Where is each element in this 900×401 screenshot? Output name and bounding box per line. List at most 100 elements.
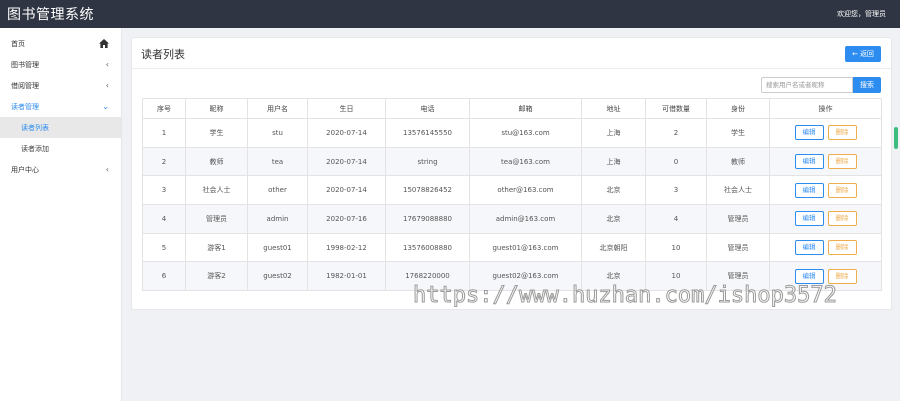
sidebar-subitem-reader-add[interactable]: 读者添加 (0, 138, 121, 159)
sidebar-item-label: 首页 (11, 39, 25, 48)
table-cell: 2020-07-14 (307, 175, 386, 206)
table-cell: 教师 (706, 146, 770, 177)
table-header-row: 序号 昵称 用户名 生日 电话 邮箱 地址 可借数量 身份 操作 (142, 98, 882, 119)
search-input[interactable] (761, 77, 853, 93)
sidebar-item-label: 借阅管理 (11, 81, 39, 90)
table-cell: 管理员 (185, 204, 248, 234)
sidebar-item-borrow[interactable]: 借阅管理 ‹ (0, 75, 121, 96)
table-row: 3 社会人士 other 2020-07-14 15078826452 other@163… (142, 175, 882, 206)
delete-button[interactable]: 删除 (827, 154, 857, 170)
column-header: 身份 (706, 98, 770, 119)
sidebar-item-home[interactable]: 首页 (0, 33, 121, 54)
top-bar: 图书管理系统 欢迎您，管理员 (0, 0, 900, 28)
table-cell: 6 (142, 261, 186, 292)
table-cell: 1998-02-12 (307, 232, 386, 263)
table-cell: 4 (142, 204, 186, 234)
edit-button[interactable]: 编辑 (794, 211, 824, 227)
column-header: 可借数量 (645, 98, 707, 119)
delete-button[interactable]: 删除 (827, 182, 857, 198)
row-actions: 编辑 删除 (769, 118, 882, 148)
column-header: 用户名 (247, 98, 308, 119)
table-cell: 北京 (581, 175, 646, 206)
table-cell: 2020-07-14 (307, 118, 386, 148)
table-cell: 13576145550 (385, 118, 470, 148)
table-cell: 10 (645, 232, 707, 263)
table-cell: 教师 (185, 146, 248, 177)
table-cell: guest01@163.com (469, 232, 582, 263)
table-cell: 17679088880 (385, 204, 470, 234)
table-cell: 2 (645, 118, 707, 148)
column-header: 电话 (385, 98, 470, 119)
edit-button[interactable]: 编辑 (794, 240, 824, 256)
table-cell: 15078826452 (385, 175, 470, 206)
delete-button[interactable]: 删除 (827, 211, 857, 227)
edit-button[interactable]: 编辑 (794, 268, 824, 284)
home-icon (99, 39, 109, 48)
table-cell: 社会人士 (185, 175, 248, 206)
table-row: 5 游客1 guest01 1998-02-12 13576008880 guest01@… (142, 232, 882, 263)
table-cell: admin@163.com (469, 204, 582, 234)
table-cell: admin (247, 204, 308, 234)
welcome-text: 欢迎您，管理员 (837, 10, 886, 18)
table-cell: 2020-07-14 (307, 146, 386, 177)
column-header: 生日 (307, 98, 386, 119)
table-cell: 管理员 (706, 232, 770, 263)
page-title: 读者列表 (141, 48, 185, 61)
edit-button[interactable]: 编辑 (794, 182, 824, 198)
table-cell: 游客2 (185, 261, 248, 292)
table-cell: 北京 (581, 204, 646, 234)
table-cell: 2 (142, 146, 186, 177)
scrollbar-thumb[interactable] (894, 127, 898, 149)
table-cell: 游客1 (185, 232, 248, 263)
watermark-text: https://www.huzhan.com/ishop3572 (413, 283, 838, 309)
column-header: 序号 (142, 98, 186, 119)
row-actions: 编辑 删除 (769, 232, 882, 263)
reader-table: 序号 昵称 用户名 生日 电话 邮箱 地址 可借数量 身份 操作 1 学生 stu 2… (142, 98, 882, 292)
chevron-left-icon: ‹ (105, 81, 109, 90)
column-header: 邮箱 (469, 98, 582, 119)
chevron-down-icon: ⌄ (102, 102, 109, 111)
sidebar-item-label: 用户中心 (11, 165, 39, 174)
sidebar-item-books[interactable]: 图书管理 ‹ (0, 54, 121, 75)
table-cell: 上海 (581, 118, 646, 148)
delete-button[interactable]: 删除 (827, 125, 857, 141)
search-button[interactable]: 搜索 (853, 77, 881, 93)
sidebar-item-label: 图书管理 (11, 60, 39, 69)
column-header: 地址 (581, 98, 646, 119)
table-cell: 1 (142, 118, 186, 148)
table-row: 4 管理员 admin 2020-07-16 17679088880 admin@163.… (142, 204, 882, 234)
delete-button[interactable]: 删除 (827, 268, 857, 284)
table-cell: stu (247, 118, 308, 148)
table-cell: 学生 (706, 118, 770, 148)
arrow-left-icon: ← (852, 50, 858, 58)
sidebar-subitem-reader-list[interactable]: 读者列表 (0, 117, 121, 138)
chevron-left-icon: ‹ (105, 60, 109, 69)
delete-button[interactable]: 删除 (827, 240, 857, 256)
sidebar-item-label: 读者管理 (11, 102, 39, 111)
table-cell: tea@163.com (469, 146, 582, 177)
table-cell: 2020-07-16 (307, 204, 386, 234)
table-cell: 社会人士 (706, 175, 770, 206)
edit-button[interactable]: 编辑 (794, 125, 824, 141)
table-cell: other@163.com (469, 175, 582, 206)
table-cell: 北京朝阳 (581, 232, 646, 263)
back-button[interactable]: ← 返回 (845, 46, 881, 62)
table-cell: other (247, 175, 308, 206)
table-cell: 上海 (581, 146, 646, 177)
table-row: 1 学生 stu 2020-07-14 13576145550 stu@163.com 上海… (142, 118, 882, 148)
table-cell: 管理员 (706, 204, 770, 234)
sidebar: 首页 图书管理 ‹ 借阅管理 ‹ 读者管理 ⌄ 读者列表 读者添加 用户中心 ‹ (0, 28, 122, 401)
column-header: 昵称 (185, 98, 248, 119)
sidebar-item-readers[interactable]: 读者管理 ⌄ (0, 96, 121, 117)
table-cell: 1982-01-01 (307, 261, 386, 292)
table-cell: tea (247, 146, 308, 177)
table-cell: 13576008880 (385, 232, 470, 263)
row-actions: 编辑 删除 (769, 175, 882, 206)
sidebar-item-user-center[interactable]: 用户中心 ‹ (0, 159, 121, 180)
chevron-left-icon: ‹ (105, 165, 109, 174)
table-cell: guest01 (247, 232, 308, 263)
table-cell: string (385, 146, 470, 177)
table-cell: 3 (142, 175, 186, 206)
edit-button[interactable]: 编辑 (794, 154, 824, 170)
column-header: 操作 (769, 98, 882, 119)
